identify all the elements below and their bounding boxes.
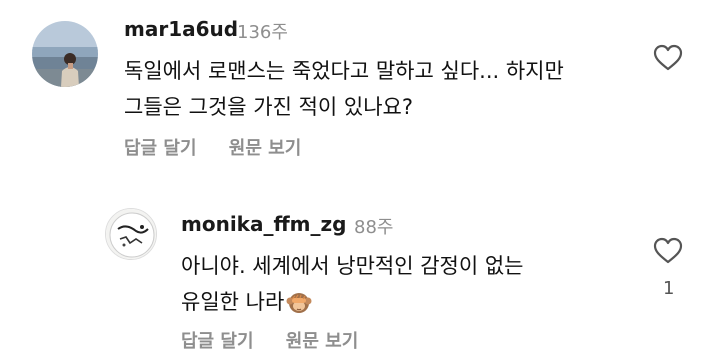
comment-text-line: 유일한 나라 — [181, 290, 285, 314]
see-original-button[interactable]: 원문 보기 — [286, 331, 359, 352]
comment-timestamp: 88주 — [354, 217, 394, 238]
see-original-button[interactable]: 원문 보기 — [229, 138, 302, 159]
reply-button[interactable]: 답글 달기 — [124, 138, 197, 159]
avatar-beach-photo — [32, 21, 98, 87]
comment-text-line: 독일에서 로맨스는 죽었다고 말하고 싶다... 하지만 — [124, 59, 564, 83]
like-count: 1 — [663, 278, 675, 299]
comment-text-line-with-emoji: 유일한 나라 — [181, 284, 312, 326]
comment-actions: 답글 달기 원문 보기 — [181, 327, 358, 353]
avatar-logo-plate — [106, 209, 156, 259]
comment-username[interactable]: monika_ffm_zg — [181, 212, 346, 236]
comment-actions: 답글 달기 원문 보기 — [124, 134, 301, 160]
comment-username[interactable]: mar1a6ud — [124, 17, 238, 41]
comment-text-line: 그들은 그것을 가진 적이 있나요? — [124, 95, 414, 119]
like-heart-icon[interactable] — [653, 237, 683, 269]
see-no-evil-monkey-icon — [286, 289, 312, 326]
comment-text-line: 아니야. 세계에서 낭만적인 감정이 없는 — [181, 254, 524, 278]
avatar[interactable] — [32, 21, 98, 87]
avatar[interactable] — [105, 208, 157, 260]
reply-button[interactable]: 답글 달기 — [181, 331, 254, 352]
comment-timestamp: 136주 — [237, 22, 288, 43]
like-heart-icon[interactable] — [653, 44, 683, 76]
